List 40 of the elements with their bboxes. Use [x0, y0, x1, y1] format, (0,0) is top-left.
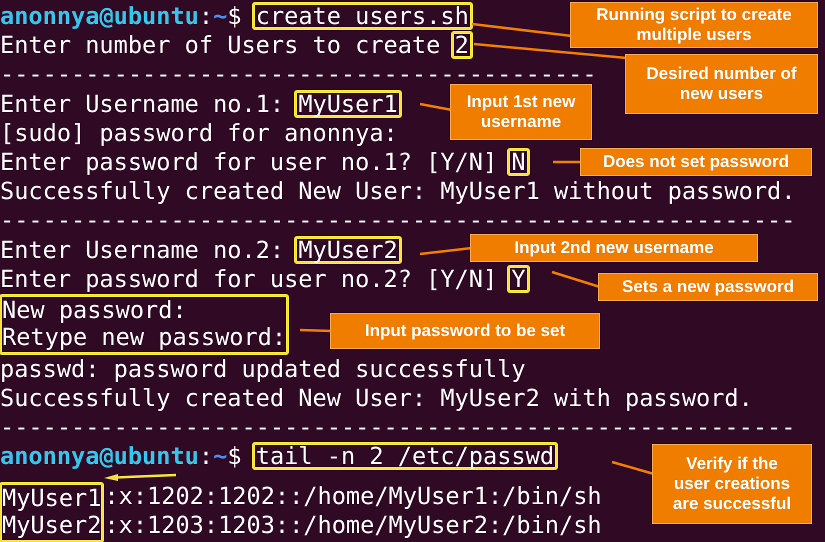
- terminal-text: :: [198, 2, 214, 30]
- callout-label: Verify if the user creations are successful: [652, 444, 812, 524]
- terminal-text: Retype new password:: [2, 324, 286, 352]
- terminal-text: New password:: [2, 296, 188, 324]
- leader-line: [553, 160, 582, 164]
- terminal-text: MyUser2: [2, 512, 102, 540]
- callout-label: Input password to be set: [330, 313, 600, 349]
- callout-label: Running script to create multiple users: [570, 2, 818, 48]
- arrow-icon: [104, 474, 176, 481]
- terminal-text: $: [227, 2, 243, 30]
- terminal-text: :x:1203:1203::/home/MyUser2:/bin/sh: [104, 510, 602, 540]
- terminal-text: $: [227, 442, 243, 470]
- callout-label: Desired number of new users: [625, 54, 818, 114]
- callout-label: Input 2nd new username: [470, 234, 758, 262]
- prompt-path: ~: [213, 442, 228, 470]
- terminal-text: Successfully created New User: MyUser1 without password.: [0, 177, 796, 206]
- prompt-path: ~: [213, 2, 228, 30]
- terminal-text: Enter password for user no.2? [Y/N]: [0, 264, 498, 293]
- prompt-user: anonnya@ubuntu: [0, 442, 199, 470]
- callout-label: Sets a new password: [598, 273, 818, 301]
- leader-line: [300, 328, 332, 332]
- terminal-text: passwd: password updated successfully: [0, 354, 526, 383]
- callout-label: Does not set password: [580, 148, 812, 176]
- terminal-text: Enter Username no.1:: [0, 90, 286, 118]
- terminal-text: Successfully created New User: MyUser2 with password.: [0, 384, 753, 412]
- terminal-text: --------------------------------------------------------: [0, 413, 796, 442]
- terminal-text: Enter number of Users to create: [0, 31, 442, 60]
- terminal-text: :: [198, 442, 214, 470]
- leader-line: [420, 102, 452, 112]
- leader-line: [552, 270, 600, 288]
- terminal-text: Enter Username no.2:: [0, 236, 286, 264]
- prompt-user: anonnya@ubuntu: [0, 2, 199, 30]
- terminal-text: :x:1202:1202::/home/MyUser1:/bin/sh: [104, 482, 602, 511]
- terminal-text: --------------------------------------------------------: [0, 206, 796, 234]
- terminal-text: Enter password for user no.1? [Y/N]: [0, 148, 498, 176]
- terminal-text: MyUser1: [2, 484, 102, 512]
- callout-label: Input 1st new username: [450, 84, 592, 140]
- leader-line: [420, 246, 472, 256]
- terminal-text: [sudo] password for anonnya:: [0, 118, 398, 147]
- leader-line: [612, 460, 654, 476]
